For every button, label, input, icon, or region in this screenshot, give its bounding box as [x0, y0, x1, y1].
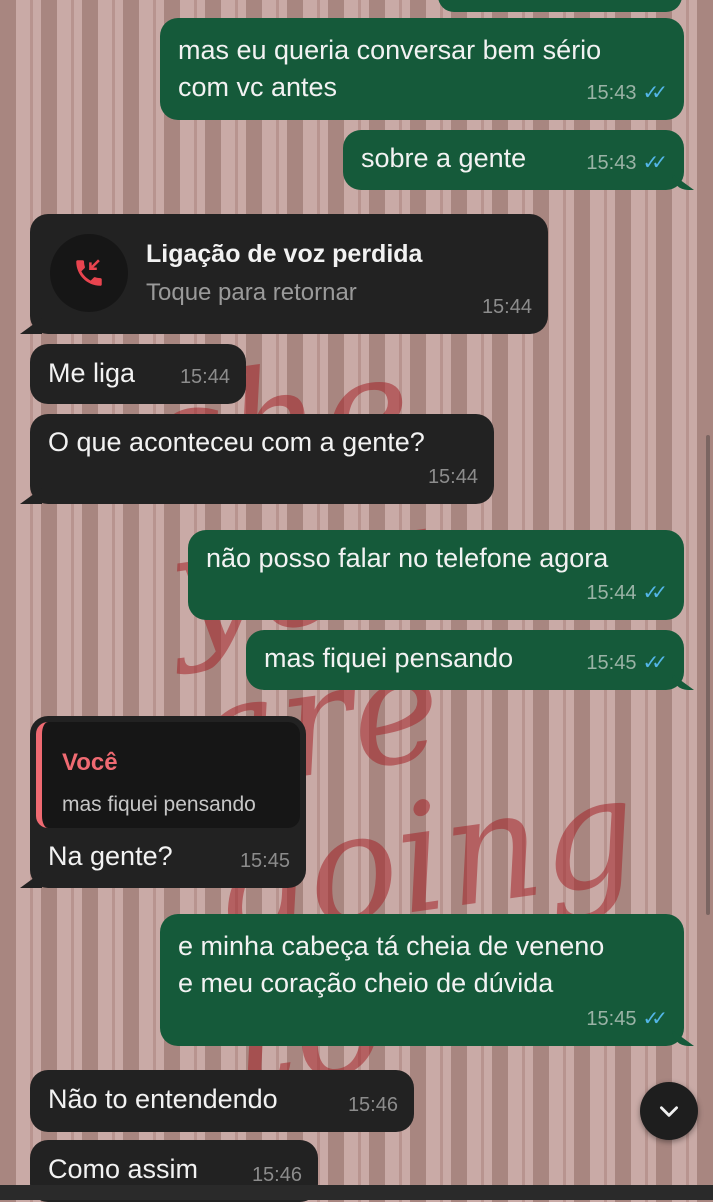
message-meta: 15:44: [482, 289, 532, 326]
scroll-to-bottom-button[interactable]: [640, 1082, 698, 1140]
scrollbar[interactable]: [706, 435, 710, 915]
message-time: 15:46: [347, 1094, 398, 1116]
double-check-icon: ✓✓: [642, 1008, 667, 1030]
message-text: e minha cabeça tá cheia de veneno e meu …: [178, 931, 605, 998]
message-bubble-incoming[interactable]: O que aconteceu com a gente? 15:44: [30, 414, 494, 504]
message-bubble-outgoing[interactable]: mas eu queria conversar bem sério com vc…: [160, 18, 684, 120]
message-bubble-outgoing[interactable]: mas fiquei pensando 15:45 ✓✓: [246, 630, 684, 690]
quote-author: Você: [62, 749, 118, 776]
message-meta: 15:43 ✓✓: [586, 75, 668, 112]
message-meta: 15:43 ✓✓: [586, 145, 668, 182]
double-check-icon: ✓✓: [642, 82, 667, 104]
call-title: Ligação de voz perdida: [146, 240, 423, 268]
message-meta: 15:46: [348, 1087, 398, 1124]
message-meta: 15:44: [428, 459, 478, 496]
message-meta: 15:45 ✓✓: [586, 645, 668, 682]
message-bubble-outgoing[interactable]: e minha cabeça tá cheia de veneno e meu …: [160, 914, 684, 1046]
message-time: 15:44: [179, 366, 230, 388]
message-text: O que aconteceu com a gente?: [48, 427, 425, 457]
message-meta: 15:44 ✓✓: [586, 575, 668, 612]
missed-call-bubble[interactable]: Ligação de voz perdida Toque para retorn…: [30, 214, 548, 334]
message-time: 15:45: [239, 850, 290, 872]
message-time: 15:45: [586, 1008, 637, 1030]
message-bubble-outgoing[interactable]: não posso falar no telefone agora 15:44 …: [188, 530, 684, 620]
double-check-icon: ✓✓: [642, 652, 667, 674]
double-check-icon: ✓✓: [642, 152, 667, 174]
message-time: 15:43: [586, 152, 637, 174]
message-bubble-outgoing[interactable]: [438, 0, 682, 12]
double-check-icon: ✓✓: [642, 582, 667, 604]
message-time: 15:44: [586, 582, 637, 604]
missed-call-icon: [50, 234, 128, 312]
message-meta: 15:45: [240, 843, 290, 880]
message-text: não posso falar no telefone agora: [206, 543, 609, 573]
message-meta: 15:44: [180, 359, 230, 396]
composer-edge: [0, 1185, 713, 1200]
chevron-down-icon: [660, 1106, 678, 1117]
chat-messages[interactable]: mas eu queria conversar bem sério com vc…: [0, 0, 713, 1202]
message-text: Na gente?: [48, 841, 173, 871]
message-bubble-outgoing[interactable]: sobre a gente 15:43 ✓✓: [343, 130, 684, 190]
call-subtitle: Toque para retornar: [146, 279, 357, 306]
quoted-message[interactable]: Você mas fiquei pensando: [36, 722, 300, 828]
message-bubble-incoming[interactable]: Não to entendendo 15:46: [30, 1070, 414, 1132]
message-text: Não to entendendo: [48, 1084, 278, 1114]
message-time: 15:45: [586, 652, 637, 674]
message-time: 15:43: [586, 82, 637, 104]
message-meta: 15:45 ✓✓: [586, 1001, 668, 1038]
message-bubble-incoming[interactable]: Você mas fiquei pensando Na gente? 15:45: [30, 716, 306, 888]
quote-text: mas fiquei pensando: [62, 793, 256, 816]
message-time: 15:44: [427, 466, 478, 488]
message-bubble-incoming[interactable]: Me liga 15:44: [30, 344, 246, 404]
message-time: 15:44: [481, 296, 532, 318]
